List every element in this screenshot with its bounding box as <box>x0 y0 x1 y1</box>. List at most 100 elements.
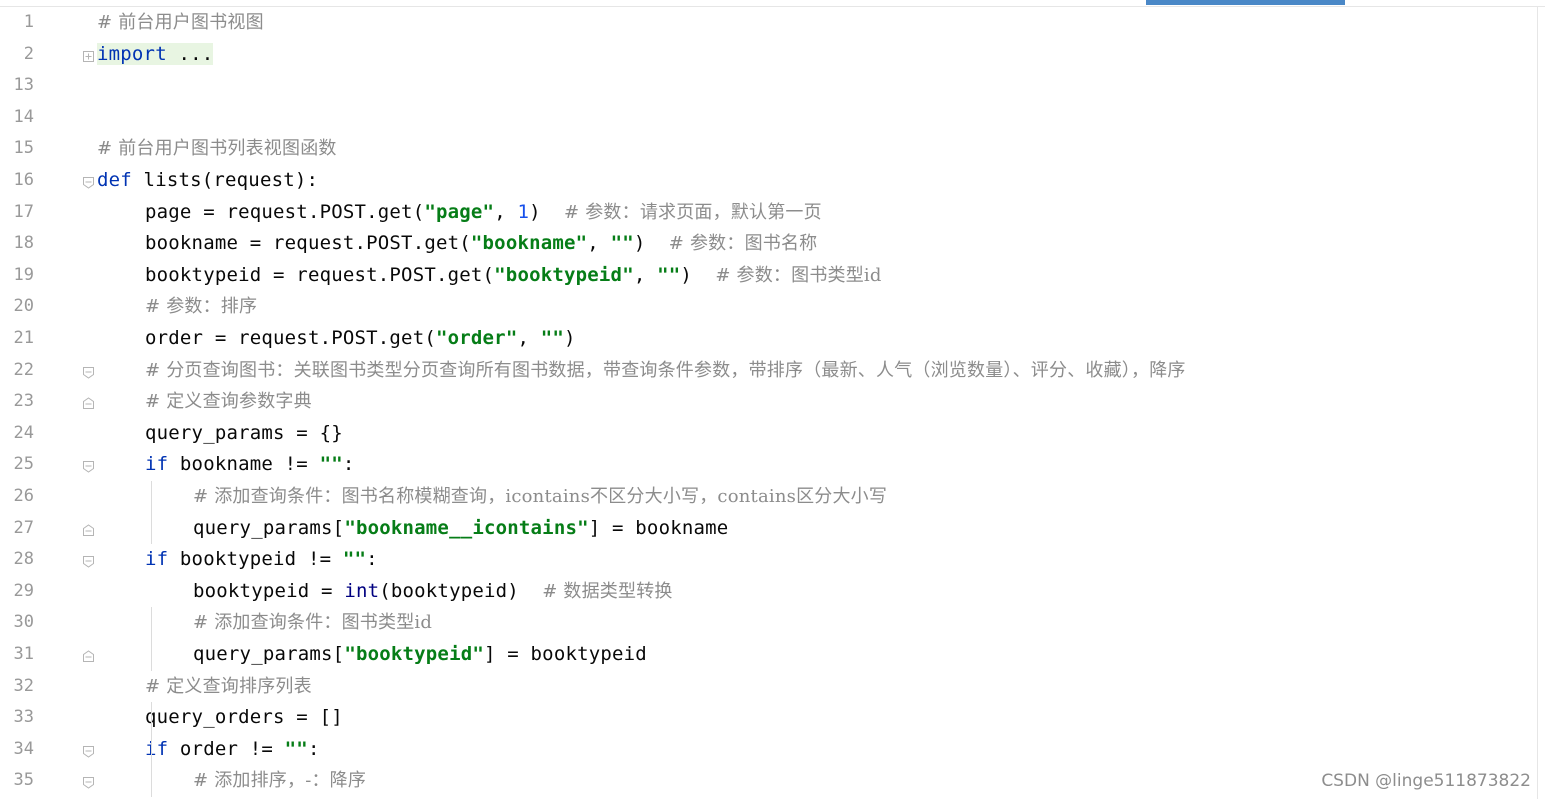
code-line[interactable]: 32 # 定义查询排序列表 <box>0 671 1535 703</box>
code-token: booktypeid != <box>168 548 343 571</box>
code-text: import ... <box>97 39 214 71</box>
line-number: 23 <box>13 391 34 412</box>
code-text: if bookname != "": <box>145 449 355 481</box>
code-token: ... <box>166 42 214 65</box>
code-string: "booktypeid" <box>344 643 484 665</box>
code-line[interactable]: 15 # 前台用户图书列表视图函数 <box>0 133 1535 165</box>
code-text: booktypeid = int(booktypeid) # 数据类型转换 <box>193 576 673 608</box>
code-token: query_orders = [] <box>145 706 343 729</box>
code-string: "" <box>610 232 634 255</box>
code-line[interactable]: 19 booktypeid = request.POST.get("booktyp… <box>0 260 1535 292</box>
code-comment: # 参数：图书名称 <box>668 233 818 255</box>
line-number: 14 <box>13 106 34 127</box>
code-token: , <box>633 263 658 286</box>
fold-start-icon[interactable] <box>82 774 94 790</box>
code-text: query_params = {} <box>145 418 343 450</box>
code-string: "" <box>342 548 367 571</box>
line-number: 25 <box>13 454 34 475</box>
code-line[interactable]: 27 query_params["bookname__icontains"] = … <box>0 513 1535 545</box>
code-token: ) <box>529 200 565 223</box>
code-line[interactable]: 25 if bookname != "": <box>0 449 1535 481</box>
code-line[interactable]: 33 query_orders = [] <box>0 702 1535 734</box>
code-line[interactable]: 23 # 定义查询参数字典 <box>0 386 1535 418</box>
line-number: 33 <box>13 707 34 728</box>
code-line[interactable]: 29 booktypeid = int(booktypeid) # 数据类型转换 <box>0 576 1535 608</box>
code-line[interactable]: 31 query_params["booktypeid"] = booktypei… <box>0 639 1535 671</box>
code-comment: # 前台用户图书视图 <box>97 12 264 33</box>
line-number: 35 <box>13 770 34 791</box>
code-line[interactable]: 22 # 分页查询图书：关联图书类型分页查询所有图书数据，带查询条件参数，带排序（… <box>0 355 1535 387</box>
code-line[interactable]: 34 if order != "": <box>0 734 1535 766</box>
code-line[interactable]: 18 bookname = request.POST.get("bookname"… <box>0 228 1535 260</box>
code-token: : <box>342 453 355 476</box>
code-token: , <box>587 232 611 255</box>
line-number: 20 <box>13 296 34 317</box>
code-line[interactable]: 26 # 添加查询条件：图书名称模糊查询，icontains不区分大小写，cont… <box>0 481 1535 513</box>
editor-right-border <box>1537 7 1538 799</box>
code-text: booktypeid = request.POST.get("booktypei… <box>145 260 882 292</box>
fold-end-icon[interactable] <box>82 648 94 662</box>
fold-end-icon[interactable] <box>82 522 94 536</box>
code-line[interactable]: 20 # 参数：排序 <box>0 291 1535 323</box>
indent-guide <box>151 702 152 797</box>
line-number: 15 <box>13 138 34 159</box>
fold-start-icon[interactable] <box>82 364 94 379</box>
code-line[interactable]: 35 # 添加排序，-：降序 <box>0 765 1535 797</box>
fold-start-icon[interactable] <box>82 553 94 568</box>
code-comment: # 参数：请求页面，默认第一页 <box>564 201 822 223</box>
code-text: page = request.POST.get("page", 1) # 参数：… <box>145 197 822 229</box>
code-token: ] = booktypeid <box>483 643 647 665</box>
code-text: # 参数：排序 <box>145 291 257 323</box>
code-comment: # 参数：排序 <box>145 296 258 318</box>
code-comment: # 添加查询条件：图书名称模糊查询，icontains不区分大小写，contai… <box>193 486 888 507</box>
code-text: # 添加排序，-：降序 <box>193 765 366 797</box>
code-token: booktypeid = request.POST.get( <box>145 263 495 286</box>
code-line[interactable]: 1 # 前台用户图书视图 <box>0 7 1535 39</box>
code-token: query_params[ <box>193 516 345 539</box>
fold-end-icon[interactable] <box>82 395 94 410</box>
line-number: 26 <box>13 486 34 506</box>
code-token: ) <box>564 327 576 349</box>
line-number: 31 <box>13 644 34 664</box>
code-comment: # 数据类型转换 <box>542 580 673 602</box>
code-text: if booktypeid != "": <box>145 544 378 576</box>
code-line[interactable]: 2 import ... <box>0 39 1535 71</box>
code-token: order = request.POST.get( <box>145 327 436 349</box>
code-token: page = request.POST.get( <box>145 200 425 223</box>
code-keyword: import <box>97 42 167 65</box>
code-token: bookname = request.POST.get( <box>145 232 471 255</box>
code-line[interactable]: 28 if booktypeid != "": <box>0 544 1535 576</box>
code-line[interactable]: 17 page = request.POST.get("page", 1) # 参… <box>0 197 1535 229</box>
code-text: # 前台用户图书列表视图函数 <box>97 133 337 165</box>
editor-tab-bar <box>0 0 1545 7</box>
code-token: order != <box>168 737 285 760</box>
code-line[interactable]: 13 <box>0 70 1535 102</box>
code-string: "bookname" <box>470 232 588 255</box>
fold-start-icon[interactable] <box>82 458 94 474</box>
code-keyword: if <box>145 548 169 571</box>
code-text: bookname = request.POST.get("bookname", … <box>145 228 817 260</box>
line-number: 2 <box>23 43 34 64</box>
code-text: order = request.POST.get("order", "") <box>145 323 576 355</box>
indent-guide <box>151 607 152 671</box>
code-string: "" <box>540 327 565 349</box>
line-number: 18 <box>13 233 34 254</box>
code-line[interactable]: 21 order = request.POST.get("order", "") <box>0 323 1535 355</box>
line-number: 34 <box>13 738 34 759</box>
fold-start-icon[interactable] <box>82 743 94 758</box>
code-token: lists(request): <box>131 169 319 191</box>
code-line[interactable]: 24 query_params = {} <box>0 418 1535 450</box>
fold-start-icon[interactable] <box>82 174 94 189</box>
code-comment: # 前台用户图书列表视图函数 <box>97 138 337 160</box>
code-line[interactable]: 30 # 添加查询条件：图书类型id <box>0 607 1535 639</box>
code-editor[interactable]: 1 # 前台用户图书视图 2 import ... 13 14 15 # 前台用户图书列表视图… <box>0 7 1538 799</box>
code-text: query_orders = [] <box>145 702 343 734</box>
code-line[interactable]: 16 def lists(request): <box>0 165 1535 197</box>
code-comment: # 定义查询排序列表 <box>145 675 312 697</box>
code-text: # 前台用户图书视图 <box>97 7 264 39</box>
code-line[interactable]: 14 <box>0 102 1535 134</box>
expand-fold-icon[interactable] <box>82 48 94 62</box>
code-token: booktypeid = <box>193 579 345 602</box>
line-number: 1 <box>23 12 34 32</box>
code-string: "order" <box>435 327 518 349</box>
